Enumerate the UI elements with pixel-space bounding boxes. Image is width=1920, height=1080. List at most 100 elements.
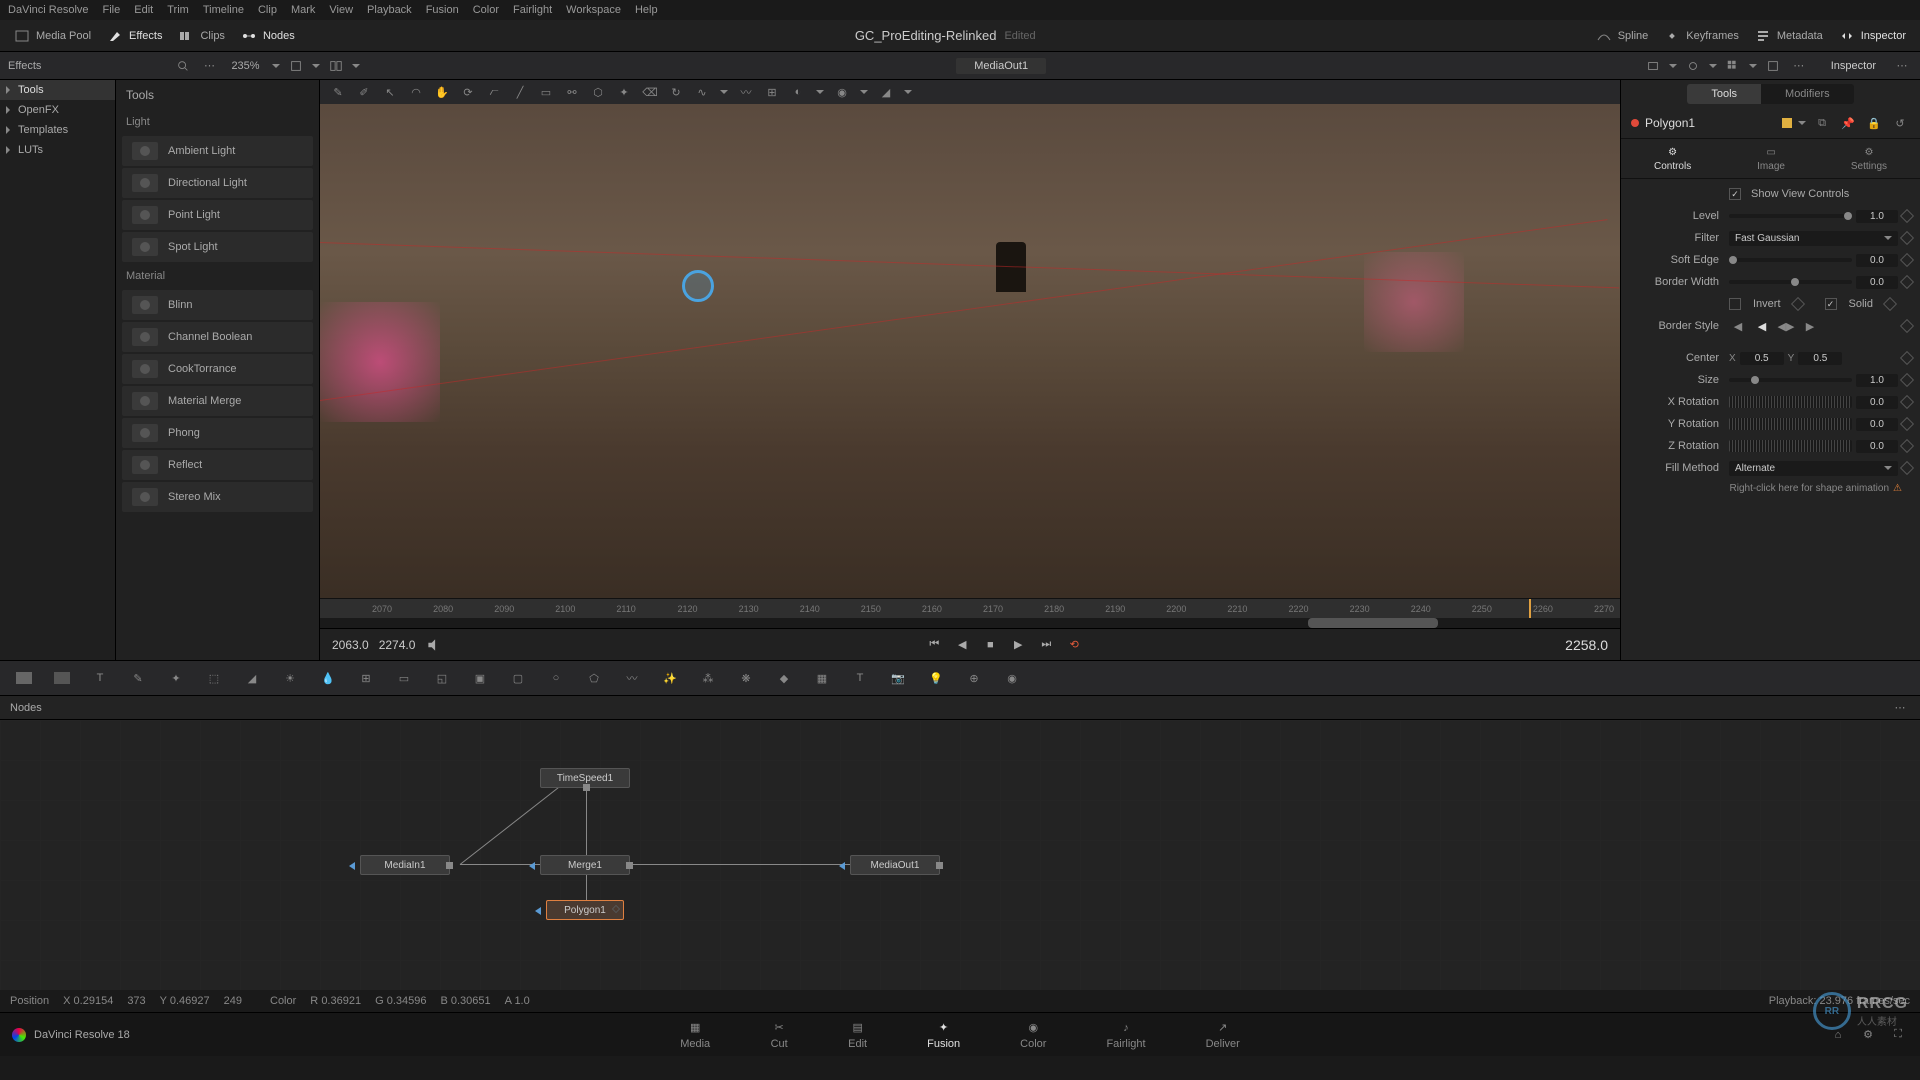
media-pool-toggle[interactable]: Media Pool [8,24,97,48]
fastnoise-icon[interactable] [52,668,72,688]
keyframes-toggle[interactable]: Keyframes [1658,24,1745,48]
page-cut[interactable]: ✂Cut [770,1020,788,1050]
invert-checkbox[interactable] [1729,298,1741,310]
keyframe-icon[interactable] [1900,417,1914,431]
filter-select[interactable]: Fast Gaussian [1729,231,1898,246]
menu-item[interactable]: Timeline [203,4,244,16]
borderwidth-value[interactable]: 0.0 [1856,276,1898,289]
redo-icon[interactable]: ↻ [668,84,684,100]
keyframe-icon[interactable] [1900,319,1914,333]
mask-icon[interactable]: ◢ [878,84,894,100]
mask-ellipse-icon[interactable]: ○ [546,668,566,688]
tool-item[interactable]: CookTorrance [122,354,313,384]
camera3d-icon[interactable]: 📷 [888,668,908,688]
menu-item[interactable]: Mark [291,4,315,16]
show-view-controls-checkbox[interactable] [1729,188,1741,200]
node-color-icon[interactable] [1782,118,1792,128]
layout-caret-icon[interactable] [352,64,360,68]
zoom-caret-icon[interactable] [272,64,280,68]
keyframe-icon[interactable] [1790,297,1804,311]
planar-icon[interactable]: ⬚ [204,668,224,688]
out-timecode[interactable]: 2274.0 [379,638,416,652]
fit-caret-icon[interactable] [312,64,320,68]
timeline-scrollbar[interactable] [320,618,1620,628]
paint-icon[interactable]: ✎ [128,668,148,688]
hand-icon[interactable]: ✋ [434,84,450,100]
in-port-icon[interactable] [349,862,355,870]
roto-icon[interactable]: ◉ [834,84,850,100]
effects-toggle[interactable]: Effects [101,24,168,48]
tool-item[interactable]: Channel Boolean [122,322,313,352]
in-port-icon[interactable] [839,862,845,870]
menu-item[interactable]: Edit [134,4,153,16]
reset-icon[interactable]: ↺ [1890,114,1910,132]
curve-icon[interactable]: ⦧ [486,84,502,100]
playhead[interactable] [1529,599,1531,618]
solid-checkbox[interactable] [1825,298,1837,310]
tool-item[interactable]: Blinn [122,290,313,320]
matte-icon[interactable]: ▣ [470,668,490,688]
out-port-icon[interactable] [626,862,633,869]
keyframe-icon[interactable] [1900,231,1914,245]
page-media[interactable]: ▦Media [680,1020,710,1050]
zrot-value[interactable]: 0.0 [1856,440,1898,453]
in-port-icon[interactable] [535,907,541,915]
onion-caret-icon[interactable] [816,90,824,94]
search-icon[interactable] [173,57,193,75]
borderstyle-1-icon[interactable]: ◀ [1729,318,1747,334]
stop-icon[interactable]: ■ [981,636,999,654]
view-caret-icon[interactable] [1669,64,1677,68]
layout-icon[interactable] [326,57,346,75]
page-edit[interactable]: ▤Edit [848,1020,867,1050]
out-port-icon[interactable] [583,784,590,791]
loop-icon[interactable]: ⟲ [1065,636,1083,654]
light3d-icon[interactable]: 💡 [926,668,946,688]
nodes-canvas[interactable]: MediaIn1 TimeSpeed1 Merge1 Polygon1 Medi… [0,720,1920,990]
menu-item[interactable]: Help [635,4,658,16]
audio-icon[interactable] [425,636,443,654]
softedge-slider[interactable] [1729,258,1852,262]
brush-icon[interactable]: ✎ [330,84,346,100]
size-slider[interactable] [1729,378,1852,382]
out-port-icon[interactable] [446,862,453,869]
bezier-caret-icon[interactable] [720,90,728,94]
in-port-icon[interactable] [529,862,535,870]
tree-luts[interactable]: LUTs [0,140,115,160]
yrot-value[interactable]: 0.0 [1856,418,1898,431]
pin-icon[interactable]: 📌 [1838,114,1858,132]
page-fairlight[interactable]: ♪Fairlight [1106,1020,1145,1050]
menu-item[interactable]: Workspace [566,4,621,16]
image3d-icon[interactable]: ▦ [812,668,832,688]
play-icon[interactable]: ▶ [1009,636,1027,654]
tool-item[interactable]: Stereo Mix [122,482,313,512]
menu-item[interactable]: Playback [367,4,412,16]
snap-icon[interactable]: ⊞ [764,84,780,100]
borderwidth-slider[interactable] [1729,280,1852,284]
menu-item[interactable]: DaVinci Resolve [8,4,89,16]
colorcorrector-icon[interactable]: ◢ [242,668,262,688]
menu-item[interactable]: File [103,4,121,16]
play-reverse-icon[interactable]: ◀ [953,636,971,654]
first-frame-icon[interactable]: ⏮ [925,636,943,654]
prender-icon[interactable]: ❋ [736,668,756,688]
mask-caret-icon[interactable] [904,90,912,94]
page-fusion[interactable]: ✦Fusion [927,1020,960,1050]
keyframe-icon[interactable] [1900,275,1914,289]
menu-item[interactable]: Color [473,4,499,16]
star-icon[interactable]: ✦ [616,84,632,100]
spline-toggle[interactable]: Spline [1590,24,1655,48]
roto-caret-icon[interactable] [860,90,868,94]
node-timespeed[interactable]: TimeSpeed1 [540,768,630,788]
blur-icon[interactable]: 💧 [318,668,338,688]
yrot-dial[interactable] [1729,418,1852,430]
pemitter-icon[interactable]: ⁂ [698,668,718,688]
arrow-icon[interactable]: ↖ [382,84,398,100]
menu-item[interactable]: View [329,4,353,16]
more-icon[interactable]: ⋯ [1789,57,1809,75]
level-value[interactable]: 1.0 [1856,210,1898,223]
resize-icon[interactable]: ◱ [432,668,452,688]
shape-anim-hint[interactable]: Right-click here for shape animation⚠ [1629,479,1912,498]
subtab-controls[interactable]: ⚙Controls [1654,145,1691,172]
tab-modifiers[interactable]: Modifiers [1761,84,1854,104]
size-value[interactable]: 1.0 [1856,374,1898,387]
